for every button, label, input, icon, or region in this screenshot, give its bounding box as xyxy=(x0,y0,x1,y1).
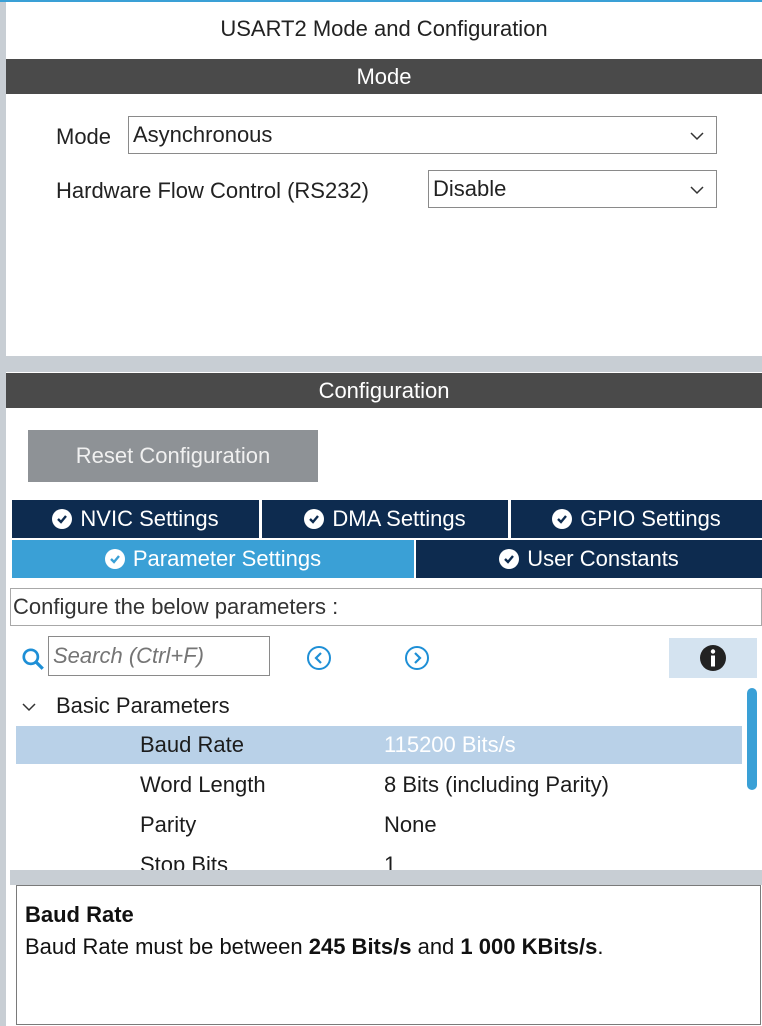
tab-nvic-settings[interactable]: NVIC Settings xyxy=(12,500,259,538)
param-value: 8 Bits (including Parity) xyxy=(384,772,609,797)
description-part: . xyxy=(597,934,604,959)
chevron-down-icon xyxy=(22,703,36,712)
tab-user-constants[interactable]: User Constants xyxy=(416,540,762,578)
flow-control-select-value: Disable xyxy=(433,176,507,201)
search-icon xyxy=(22,648,44,670)
info-icon xyxy=(700,645,726,671)
tab-gpio-settings[interactable]: GPIO Settings xyxy=(511,500,762,538)
tab-label: Parameter Settings xyxy=(132,546,322,571)
check-circle-icon xyxy=(499,549,520,569)
panel-title: USART2 Mode and Configuration xyxy=(220,16,548,41)
mode-select[interactable]: Asynchronous xyxy=(128,116,717,154)
table-row[interactable]: Parity None xyxy=(16,806,742,844)
description-box: Baud Rate Baud Rate must be between 245 … xyxy=(16,885,761,1025)
previous-result-icon[interactable] xyxy=(306,645,332,671)
param-value: 1 xyxy=(384,852,397,870)
splitter[interactable] xyxy=(10,870,762,885)
param-name: Baud Rate xyxy=(140,732,244,757)
parameter-tree: Basic Parameters Baud Rate 115200 Bits/s… xyxy=(10,686,762,870)
table-row[interactable]: Baud Rate 115200 Bits/s xyxy=(16,726,742,764)
chevron-down-icon xyxy=(690,132,704,141)
param-name: Stop Bits xyxy=(140,852,229,870)
description-part: and xyxy=(411,934,461,959)
tab-parameter-settings[interactable]: Parameter Settings xyxy=(12,540,414,578)
description-min: 245 Bits/s xyxy=(308,934,412,959)
next-result-icon[interactable] xyxy=(404,645,430,671)
info-button[interactable] xyxy=(669,638,757,678)
tab-dma-settings[interactable]: DMA Settings xyxy=(262,500,508,538)
instructions-text: Configure the below parameters : xyxy=(13,594,339,619)
flow-control-select[interactable]: Disable xyxy=(428,170,717,208)
param-value: None xyxy=(384,812,437,837)
table-row[interactable]: Stop Bits 1 xyxy=(16,846,742,870)
param-value: 115200 Bits/s xyxy=(384,732,516,757)
table-row[interactable]: Word Length 8 Bits (including Parity) xyxy=(16,766,742,804)
tab-label: NVIC Settings xyxy=(80,506,219,531)
configuration-band: Configuration xyxy=(6,373,762,408)
scrollbar-thumb[interactable] xyxy=(747,688,757,790)
tab-label: DMA Settings xyxy=(332,506,466,531)
instructions-bar: Configure the below parameters : xyxy=(10,588,762,626)
param-name: Word Length xyxy=(140,772,266,797)
mode-band: Mode xyxy=(6,59,762,94)
tab-label: GPIO Settings xyxy=(580,506,721,531)
mode-select-value: Asynchronous xyxy=(133,122,273,147)
check-circle-icon xyxy=(104,549,125,569)
flow-control-label: Hardware Flow Control (RS232) xyxy=(56,178,369,203)
mode-label: Mode xyxy=(56,124,112,149)
check-circle-icon xyxy=(552,509,573,529)
group-label: Basic Parameters xyxy=(56,693,230,718)
description-text: Baud Rate must be between 245 Bits/s and… xyxy=(25,934,752,960)
description-max: 1 000 KBits/s xyxy=(460,934,598,959)
check-circle-icon xyxy=(52,509,73,529)
check-circle-icon xyxy=(304,509,325,529)
description-part: Baud Rate must be between xyxy=(25,934,309,959)
chevron-down-icon xyxy=(690,186,704,195)
tab-label: User Constants xyxy=(527,546,679,571)
description-title: Baud Rate xyxy=(25,902,134,927)
reset-configuration-button[interactable]: Reset Configuration xyxy=(28,430,318,482)
param-name: Parity xyxy=(140,812,197,837)
search-input[interactable] xyxy=(48,636,270,676)
